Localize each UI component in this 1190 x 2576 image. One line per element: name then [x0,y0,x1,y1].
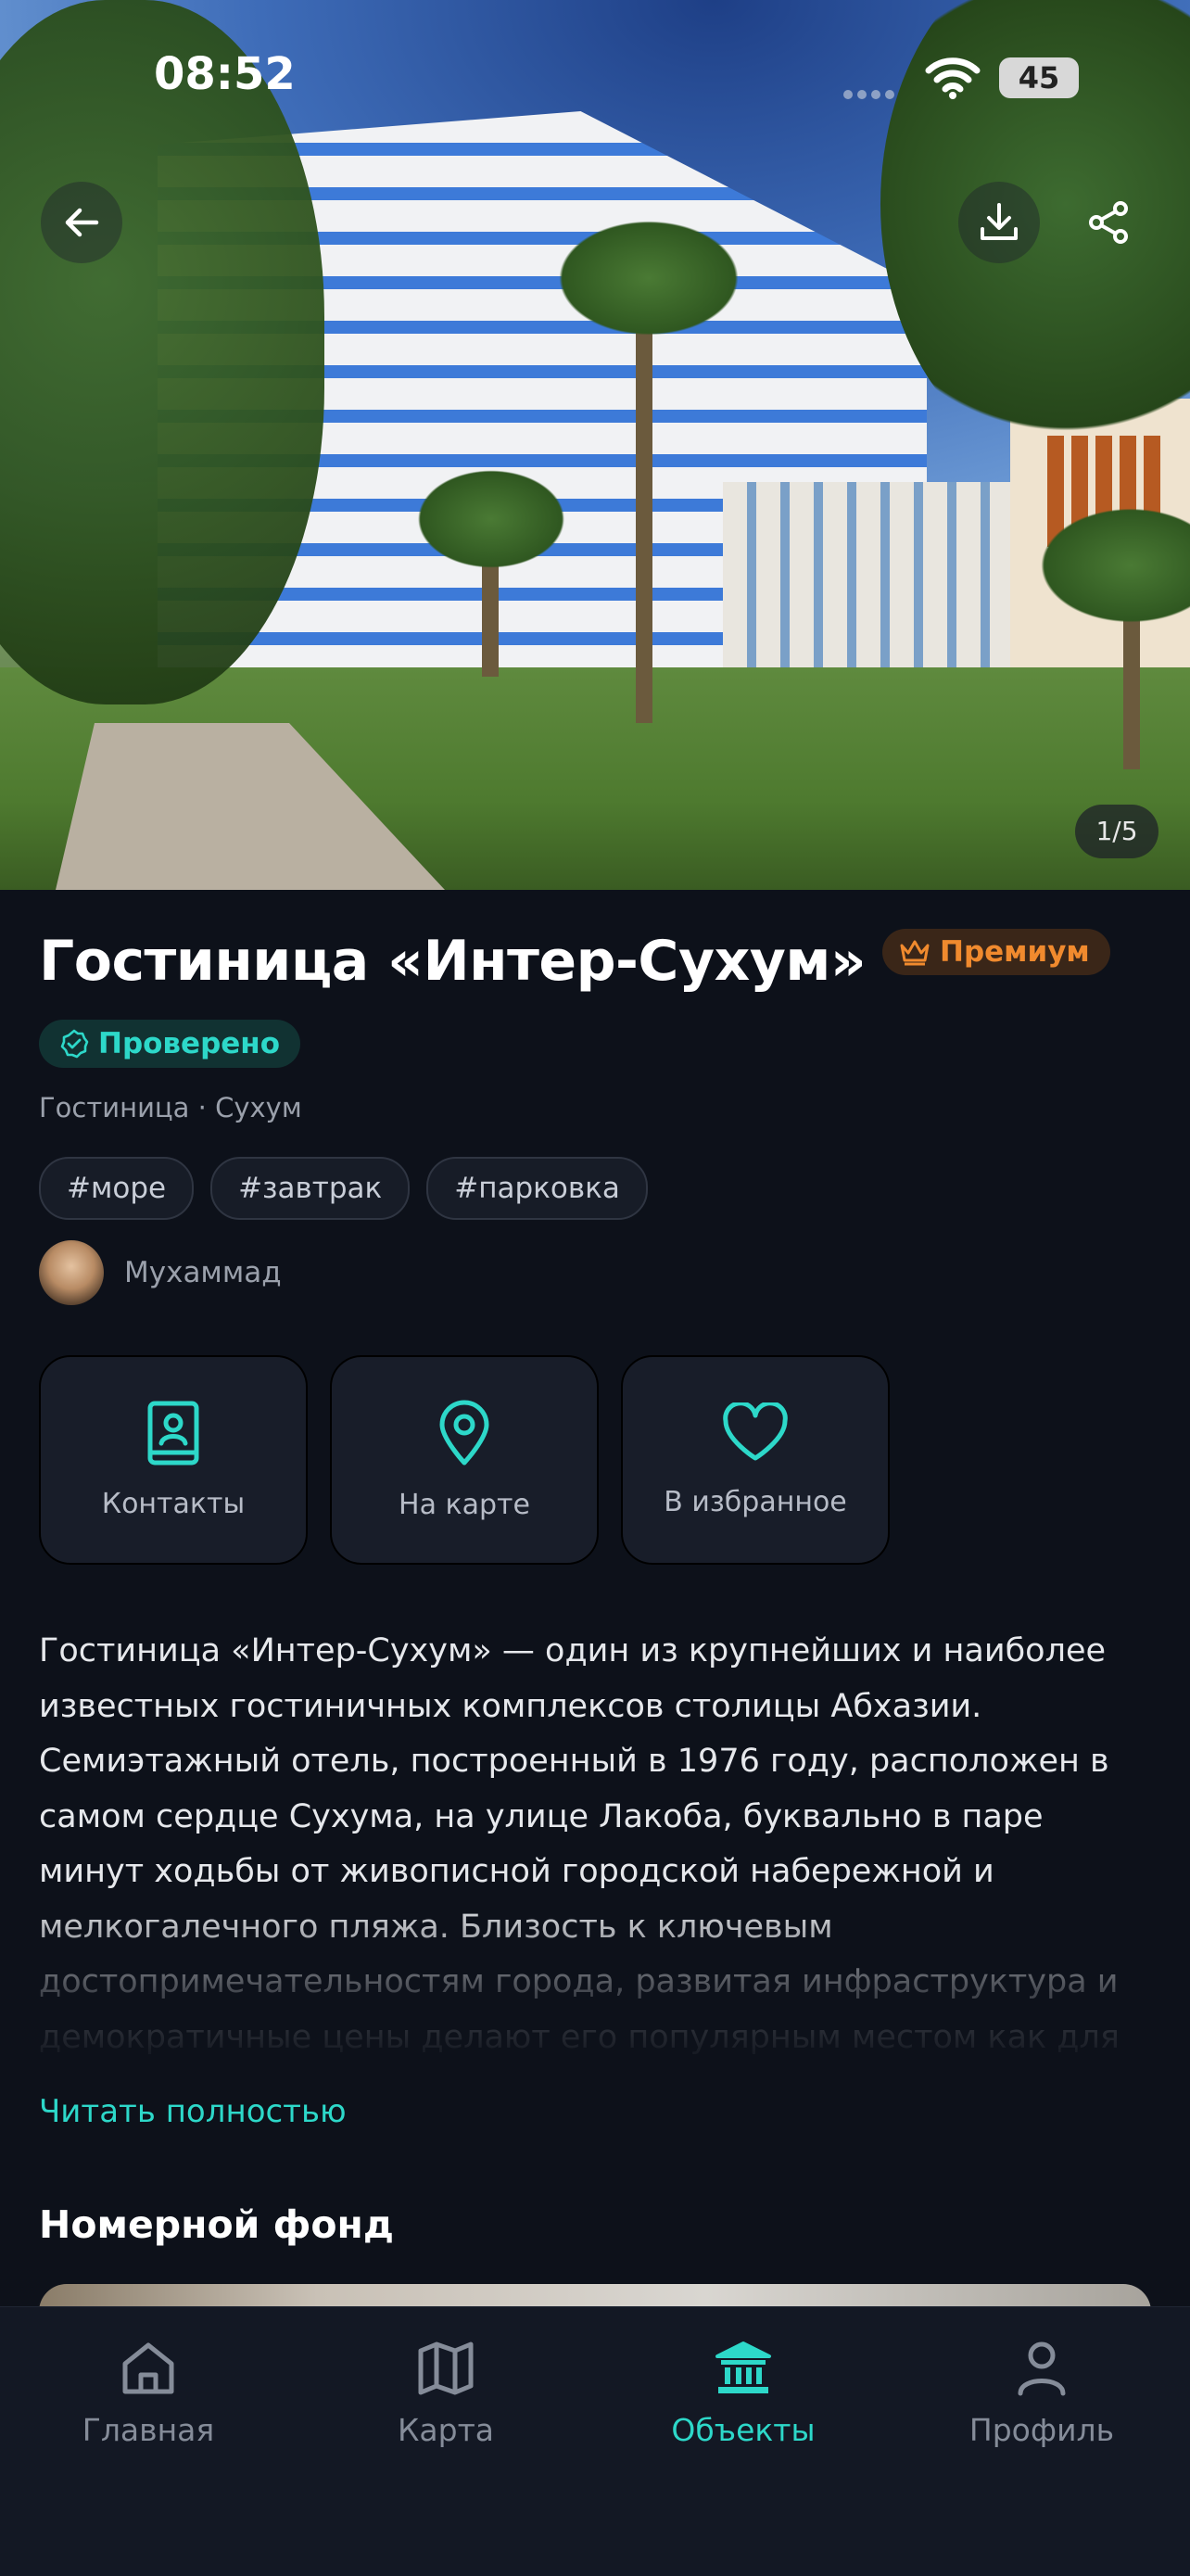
photo-tree-left [0,0,324,704]
verified-check-icon [60,1029,89,1059]
premium-badge-label: Премиум [940,935,1090,969]
hotel-photo[interactable] [0,0,1190,890]
photo-palm-crown [408,463,575,575]
tab-profile[interactable]: Профиль [949,2338,1134,2448]
tab-map-label: Карта [397,2412,495,2448]
tag-list: #море #завтрак #парковка [39,1157,648,1220]
tab-objects[interactable]: Объекты [651,2338,836,2448]
rooms-section-title: Номерной фонд [39,2202,394,2247]
tag-chip[interactable]: #завтрак [210,1157,411,1220]
tag-chip[interactable]: #парковка [426,1157,648,1220]
premium-badge: Премиум [882,929,1110,975]
hotel-category-location: Гостиница · Сухум [39,1092,302,1123]
page-title: Гостиница «Интер-Сухум» [39,929,867,994]
contacts-button[interactable]: Контакты [39,1355,308,1565]
add-to-favorites-button-label: В избранное [664,1485,847,1518]
show-on-map-button[interactable]: На карте [330,1355,599,1565]
read-more-link[interactable]: Читать полностью [39,2093,347,2130]
share-button[interactable] [1068,182,1149,263]
tab-profile-label: Профиль [968,2412,1115,2448]
arrow-left-icon [65,208,99,237]
profile-icon [1018,2341,1066,2396]
author[interactable]: Мухаммад [39,1240,282,1305]
gallery-counter: 1/5 [1075,805,1158,858]
action-buttons: Контакты На карте В избранное [39,1355,890,1565]
wifi-icon [925,57,981,99]
tab-home-label: Главная [82,2412,215,2448]
description-fade [0,1900,1190,2067]
map-pin-icon [439,1400,489,1465]
avatar [39,1240,104,1305]
cellular-signal-icon [843,85,899,103]
map-icon [418,2341,474,2395]
tag-chip[interactable]: #море [39,1157,195,1220]
photo-building-wing [723,482,1029,667]
contacts-button-label: Контакты [101,1487,246,1520]
heart-icon [723,1402,788,1460]
photo-palm-trunk [636,306,652,723]
home-icon [122,2342,174,2394]
museum-icon [715,2341,771,2393]
tab-home[interactable]: Главная [56,2338,241,2448]
author-name: Мухаммад [124,1256,282,1289]
back-button[interactable] [41,182,122,263]
verified-badge: Проверено [39,1020,301,1068]
tab-map[interactable]: Карта [353,2338,538,2448]
verified-badge-label: Проверено [98,1027,281,1060]
battery-indicator: 45 [999,57,1079,98]
contact-book-icon [147,1401,199,1465]
status-time: 08:52 [154,48,296,100]
add-to-favorites-button[interactable]: В избранное [621,1355,890,1565]
crown-icon [900,940,930,966]
share-icon [1089,201,1128,244]
download-button[interactable] [958,182,1040,263]
show-on-map-button-label: На карте [399,1488,530,1521]
download-icon [981,203,1018,240]
photo-palm-crown [547,213,751,343]
tab-objects-label: Объекты [671,2412,816,2448]
